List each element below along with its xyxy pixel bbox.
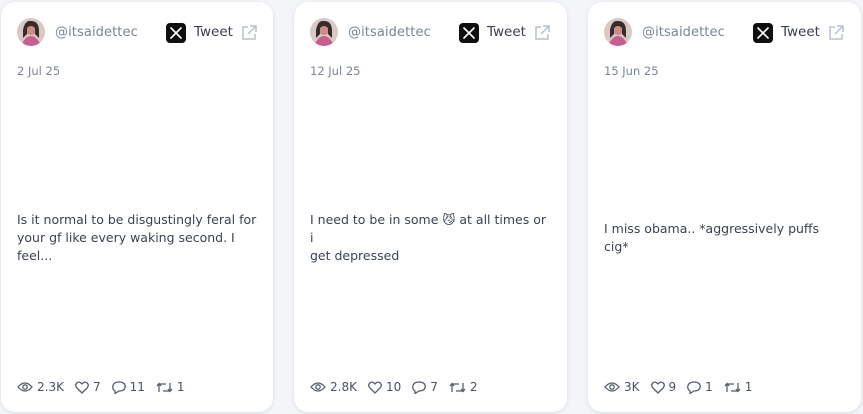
replies-count: 7 bbox=[430, 380, 438, 394]
tweet-stats: 3K 9 1 1 bbox=[604, 377, 763, 397]
tweet-link[interactable]: Tweet bbox=[487, 24, 526, 40]
replies-stat[interactable]: 7 bbox=[412, 380, 438, 394]
likes-stat[interactable]: 9 bbox=[650, 380, 677, 394]
external-link-icon[interactable] bbox=[827, 24, 845, 42]
tweet-text-line: your gf like every waking second. I feel… bbox=[17, 230, 235, 263]
views-stat: 2.3K bbox=[17, 380, 64, 394]
retweets-count: 1 bbox=[744, 380, 753, 394]
replies-stat[interactable]: 1 bbox=[687, 380, 713, 394]
avatar[interactable] bbox=[604, 18, 632, 46]
likes-stat[interactable]: 7 bbox=[75, 380, 101, 394]
tweet-text-line: I miss obama.. *aggressively puffs cig* bbox=[604, 221, 820, 254]
tweet-stats: 2.3K 7 11 1 bbox=[17, 377, 196, 397]
eye-icon bbox=[604, 382, 620, 392]
heart-icon bbox=[368, 380, 382, 394]
avatar[interactable] bbox=[310, 18, 338, 46]
author-handle[interactable]: @itsaidettec bbox=[642, 25, 725, 40]
likes-count: 7 bbox=[92, 380, 101, 394]
cat-emoji: 😼 bbox=[442, 212, 456, 227]
tweet-card-grid: @itsaidettec Tweet 2 Jul 25 Is it normal… bbox=[0, 0, 863, 414]
comment-icon bbox=[111, 380, 126, 394]
tweet-card[interactable]: @itsaidettec Tweet 2 Jul 25 Is it normal… bbox=[1, 2, 273, 412]
tweet-text: I miss obama.. *aggressively puffs cig* bbox=[604, 220, 845, 256]
views-stat: 2.8K bbox=[310, 380, 357, 394]
x-logo-icon[interactable] bbox=[753, 23, 773, 43]
external-link-icon[interactable] bbox=[240, 24, 258, 42]
author-handle[interactable]: @itsaidettec bbox=[55, 25, 138, 40]
heart-icon bbox=[75, 380, 89, 394]
likes-stat[interactable]: 10 bbox=[368, 380, 401, 394]
tweet-date: 15 Jun 25 bbox=[604, 64, 659, 78]
avatar-photo-icon bbox=[17, 18, 45, 46]
avatar-photo-icon bbox=[310, 18, 338, 46]
tweet-text: I need to be in some 😼 at all times or i… bbox=[310, 211, 551, 265]
tweet-link[interactable]: Tweet bbox=[781, 24, 820, 40]
tweet-link[interactable]: Tweet bbox=[194, 24, 233, 40]
retweets-count: 1 bbox=[176, 380, 185, 394]
retweet-icon bbox=[449, 381, 466, 393]
tweet-text-segment: I need to be in some bbox=[310, 212, 439, 227]
external-link-icon[interactable] bbox=[533, 24, 551, 42]
tweet-text-line: get depressed bbox=[310, 248, 400, 263]
eye-icon bbox=[310, 382, 326, 392]
tweet-text: Is it normal to be disgustingly feral fo… bbox=[17, 211, 257, 265]
tweet-text-line: Is it normal to be disgustingly feral fo… bbox=[17, 212, 257, 227]
avatar[interactable] bbox=[17, 18, 45, 46]
tweet-stats: 2.8K 10 7 2 bbox=[310, 377, 489, 397]
replies-stat[interactable]: 11 bbox=[111, 380, 145, 394]
views-stat: 3K bbox=[604, 380, 640, 394]
retweets-stat[interactable]: 1 bbox=[156, 380, 185, 394]
author-handle[interactable]: @itsaidettec bbox=[348, 25, 431, 40]
tweet-date: 12 Jul 25 bbox=[310, 64, 361, 78]
x-logo-icon[interactable] bbox=[166, 23, 186, 43]
tweet-text-line: I need to be in some 😼 at all times or i bbox=[310, 211, 551, 247]
views-count: 2.8K bbox=[330, 380, 357, 394]
retweet-icon bbox=[156, 381, 173, 393]
likes-count: 10 bbox=[385, 380, 402, 394]
retweets-stat[interactable]: 1 bbox=[724, 380, 753, 394]
tweet-card[interactable]: @itsaidettec Tweet 12 Jul 25 I need to b… bbox=[294, 2, 567, 412]
replies-count: 11 bbox=[129, 380, 145, 394]
x-logo-icon[interactable] bbox=[459, 23, 479, 43]
avatar-photo-icon bbox=[604, 18, 632, 46]
likes-count: 9 bbox=[668, 380, 677, 394]
eye-icon bbox=[17, 382, 33, 392]
tweet-card[interactable]: @itsaidettec Tweet 15 Jun 25 I miss obam… bbox=[588, 2, 861, 412]
replies-count: 1 bbox=[705, 380, 713, 394]
heart-icon bbox=[650, 380, 665, 394]
comment-icon bbox=[412, 380, 427, 394]
views-count: 2.3K bbox=[37, 380, 64, 394]
retweet-icon bbox=[724, 381, 741, 393]
retweets-count: 2 bbox=[469, 380, 478, 394]
comment-icon bbox=[687, 380, 702, 394]
views-count: 3K bbox=[624, 380, 640, 394]
retweets-stat[interactable]: 2 bbox=[449, 380, 478, 394]
tweet-date: 2 Jul 25 bbox=[17, 64, 61, 78]
